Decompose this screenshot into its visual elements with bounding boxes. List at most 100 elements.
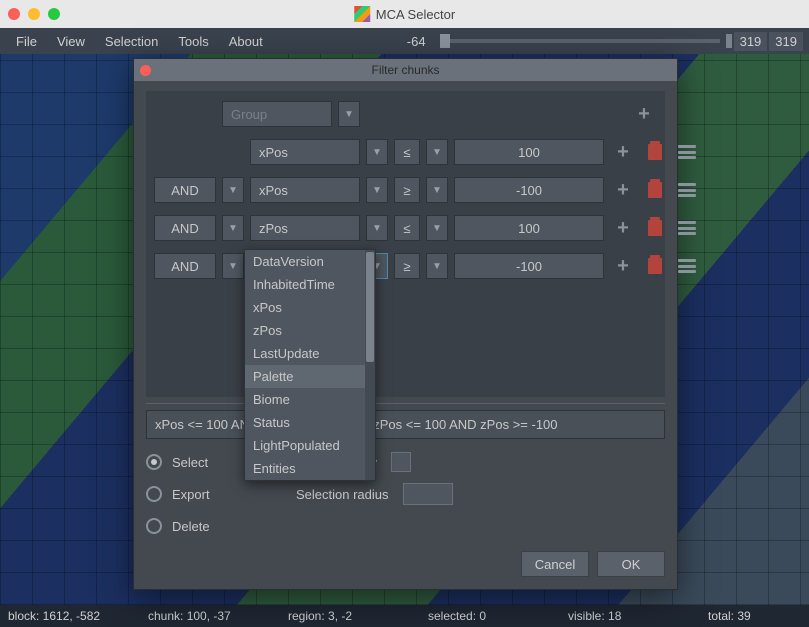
- filter-row-2: AND ▼ xPos ▼ ≥ ▼ -100 +: [154, 175, 657, 205]
- filter-row-4: AND ▼ zPos ▼ ≥ ▼ -100 +: [154, 251, 657, 281]
- close-window-button[interactable]: [8, 8, 20, 20]
- radio-export[interactable]: [146, 486, 162, 502]
- dialog-button-row: Cancel OK: [146, 551, 665, 577]
- trash-icon: [648, 144, 662, 160]
- field-dropdown[interactable]: zPos: [250, 215, 360, 241]
- dropdown-option[interactable]: xPos: [245, 296, 375, 319]
- dropdown-option[interactable]: Biome: [245, 388, 375, 411]
- ok-button[interactable]: OK: [597, 551, 665, 577]
- menu-tools[interactable]: Tools: [168, 34, 218, 49]
- radio-delete[interactable]: [146, 518, 162, 534]
- dropdown-option[interactable]: zPos: [245, 319, 375, 342]
- plus-icon: +: [638, 103, 650, 126]
- op-dropdown[interactable]: ≤: [394, 215, 420, 241]
- trash-icon: [648, 220, 662, 236]
- dropdown-option[interactable]: Palette: [245, 365, 375, 388]
- logic-dropdown[interactable]: AND: [154, 253, 216, 279]
- add-row-button[interactable]: +: [610, 139, 636, 165]
- action-export-row[interactable]: Export: [146, 481, 266, 507]
- add-filter-button[interactable]: +: [631, 101, 657, 127]
- window-title-text: MCA Selector: [376, 7, 455, 22]
- filter-expression[interactable]: xPos <= 100 AND xPos >= -100 AND zPos <=…: [146, 410, 665, 439]
- window-title: MCA Selector: [354, 6, 455, 22]
- value-input[interactable]: 100: [454, 215, 604, 241]
- dropdown-option[interactable]: LastUpdate: [245, 342, 375, 365]
- logic-dropdown[interactable]: AND: [154, 215, 216, 241]
- chevron-down-icon[interactable]: ▼: [222, 253, 244, 279]
- delete-row-button[interactable]: [642, 139, 668, 165]
- chevron-down-icon[interactable]: ▼: [366, 177, 388, 203]
- drag-row-handle[interactable]: [674, 253, 700, 279]
- chevron-down-icon[interactable]: ▼: [426, 139, 448, 165]
- delete-row-button[interactable]: [642, 253, 668, 279]
- height-slider[interactable]: [440, 39, 720, 43]
- dropdown-option[interactable]: DataVersion: [245, 250, 375, 273]
- chevron-down-icon[interactable]: ▼: [366, 139, 388, 165]
- filter-group-row: Group ▼ +: [154, 99, 657, 129]
- selection-radius-input[interactable]: [403, 483, 453, 505]
- menu-file[interactable]: File: [6, 34, 47, 49]
- radio-select[interactable]: [146, 454, 162, 470]
- chevron-down-icon[interactable]: ▼: [426, 177, 448, 203]
- dialog-titlebar[interactable]: Filter chunks: [134, 59, 677, 81]
- filter-chunks-dialog: Filter chunks Group ▼ + xPos ▼ ≤ ▼ 100 +: [133, 58, 678, 590]
- dropdown-option[interactable]: Entities: [245, 457, 375, 480]
- menu-view[interactable]: View: [47, 34, 95, 49]
- plus-icon: +: [617, 217, 629, 240]
- action-select-label: Select: [172, 455, 208, 470]
- plus-icon: +: [617, 179, 629, 202]
- chevron-down-icon[interactable]: ▼: [426, 253, 448, 279]
- filter-row-1: xPos ▼ ≤ ▼ 100 +: [154, 137, 657, 167]
- value-input[interactable]: -100: [454, 177, 604, 203]
- maximize-window-button[interactable]: [48, 8, 60, 20]
- field-dropdown-popup[interactable]: DataVersionInhabitedTimexPoszPosLastUpda…: [244, 249, 376, 481]
- delete-row-button[interactable]: [642, 177, 668, 203]
- group-dropdown[interactable]: Group: [222, 101, 332, 127]
- selection-only-checkbox[interactable]: [391, 452, 411, 472]
- value-input[interactable]: -100: [454, 253, 604, 279]
- chevron-down-icon[interactable]: ▼: [338, 101, 360, 127]
- chevron-down-icon[interactable]: ▼: [222, 177, 244, 203]
- drag-row-handle[interactable]: [674, 215, 700, 241]
- delete-row-button[interactable]: [642, 215, 668, 241]
- dropdown-option[interactable]: InhabitedTime: [245, 273, 375, 296]
- dropdown-option[interactable]: Status: [245, 411, 375, 434]
- op-dropdown[interactable]: ≥: [394, 177, 420, 203]
- coord-box-1: 319: [734, 32, 768, 51]
- field-dropdown[interactable]: xPos: [250, 139, 360, 165]
- menu-about[interactable]: About: [219, 34, 273, 49]
- add-row-button[interactable]: +: [610, 177, 636, 203]
- op-dropdown[interactable]: ≤: [394, 139, 420, 165]
- drag-row-handle[interactable]: [674, 177, 700, 203]
- chevron-down-icon[interactable]: ▼: [222, 215, 244, 241]
- dialog-close-button[interactable]: [140, 65, 151, 76]
- filter-row-3: AND ▼ zPos ▼ ≤ ▼ 100 +: [154, 213, 657, 243]
- selection-radius-label: Selection radius: [296, 487, 389, 502]
- hamburger-icon: [678, 259, 696, 273]
- slider-end: [726, 34, 732, 48]
- coord-box-2: 319: [769, 32, 803, 51]
- scrollbar[interactable]: [365, 250, 375, 480]
- slider-thumb[interactable]: [440, 34, 450, 48]
- hamburger-icon: [678, 221, 696, 235]
- menu-selection[interactable]: Selection: [95, 34, 168, 49]
- scrollbar-thumb[interactable]: [366, 252, 374, 362]
- dropdown-option[interactable]: LightPopulated: [245, 434, 375, 457]
- cancel-button[interactable]: Cancel: [521, 551, 589, 577]
- trash-icon: [648, 258, 662, 274]
- op-dropdown[interactable]: ≥: [394, 253, 420, 279]
- field-dropdown[interactable]: xPos: [250, 177, 360, 203]
- action-delete-row[interactable]: Delete: [146, 513, 266, 539]
- hamburger-icon: [678, 145, 696, 159]
- logic-dropdown[interactable]: AND: [154, 177, 216, 203]
- add-row-button[interactable]: +: [610, 253, 636, 279]
- minimize-window-button[interactable]: [28, 8, 40, 20]
- add-row-button[interactable]: +: [610, 215, 636, 241]
- chevron-down-icon[interactable]: ▼: [426, 215, 448, 241]
- filter-rows-container: Group ▼ + xPos ▼ ≤ ▼ 100 + AND ▼: [146, 91, 665, 397]
- chevron-down-icon[interactable]: ▼: [366, 215, 388, 241]
- value-input[interactable]: 100: [454, 139, 604, 165]
- status-region: region: 3, -2: [288, 609, 388, 623]
- drag-row-handle[interactable]: [674, 139, 700, 165]
- status-visible: visible: 18: [568, 609, 668, 623]
